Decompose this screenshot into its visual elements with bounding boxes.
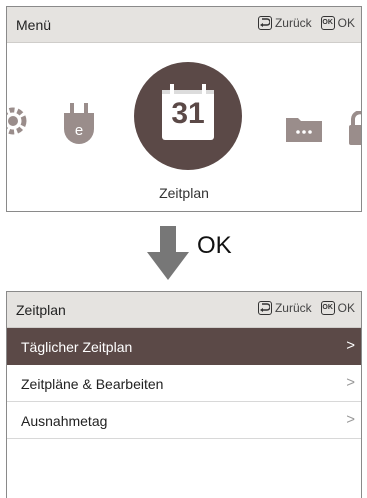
calendar-day-number: 31 (171, 97, 205, 130)
selected-item-label: Zeitplan (159, 185, 209, 201)
schedule-header: Zeitplan Zurück OK OK (7, 292, 361, 328)
list-item-label: Zeitpläne & Bearbeiten (21, 376, 164, 392)
schedule-list: Täglicher Zeitplan > Zeitpläne & Bearbei… (7, 328, 361, 439)
list-item-label: Ausnahmetag (21, 413, 108, 429)
arrow-ok-label: OK (197, 232, 232, 259)
arrow-down-icon (147, 226, 189, 280)
ok-key-icon[interactable]: OK (320, 16, 335, 30)
header-actions: Zurück OK OK (257, 301, 355, 315)
menu-carousel: e 31 Zeitplan (6, 43, 362, 211)
list-item-daily-schedule[interactable]: Täglicher Zeitplan > (7, 328, 361, 365)
list-item-exception-day[interactable]: Ausnahmetag > (7, 402, 361, 439)
back-label[interactable]: Zurück (275, 16, 312, 30)
back-key-icon[interactable] (257, 301, 272, 315)
chevron-right-icon: > (346, 337, 355, 354)
svg-text:e: e (75, 122, 83, 139)
header-actions: Zurück OK OK (257, 16, 355, 30)
menu-screen: Menü Zurück OK OK e 31 Zeitplan (6, 6, 362, 212)
schedule-menu-item[interactable]: 31 (134, 62, 242, 170)
list-item-label: Täglicher Zeitplan (21, 339, 133, 355)
back-label[interactable]: Zurück (275, 301, 312, 315)
energy-plug-icon[interactable]: e (61, 103, 97, 145)
ok-key-icon[interactable]: OK (320, 301, 335, 315)
list-item-schedules-edit[interactable]: Zeitpläne & Bearbeiten > (7, 365, 361, 402)
back-key-icon[interactable] (257, 16, 272, 30)
folder-icon[interactable] (286, 116, 322, 142)
gear-icon[interactable] (6, 102, 33, 140)
ok-label[interactable]: OK (338, 16, 355, 30)
schedule-screen: Zeitplan Zurück OK OK Täglicher Zeitplan… (6, 291, 362, 498)
ok-label[interactable]: OK (338, 301, 355, 315)
menu-header: Menü Zurück OK OK (7, 7, 361, 43)
lock-icon[interactable] (347, 111, 362, 151)
schedule-title: Zeitplan (16, 302, 66, 318)
menu-title: Menü (16, 17, 52, 33)
chevron-right-icon: > (346, 374, 355, 391)
chevron-right-icon: > (346, 411, 355, 428)
